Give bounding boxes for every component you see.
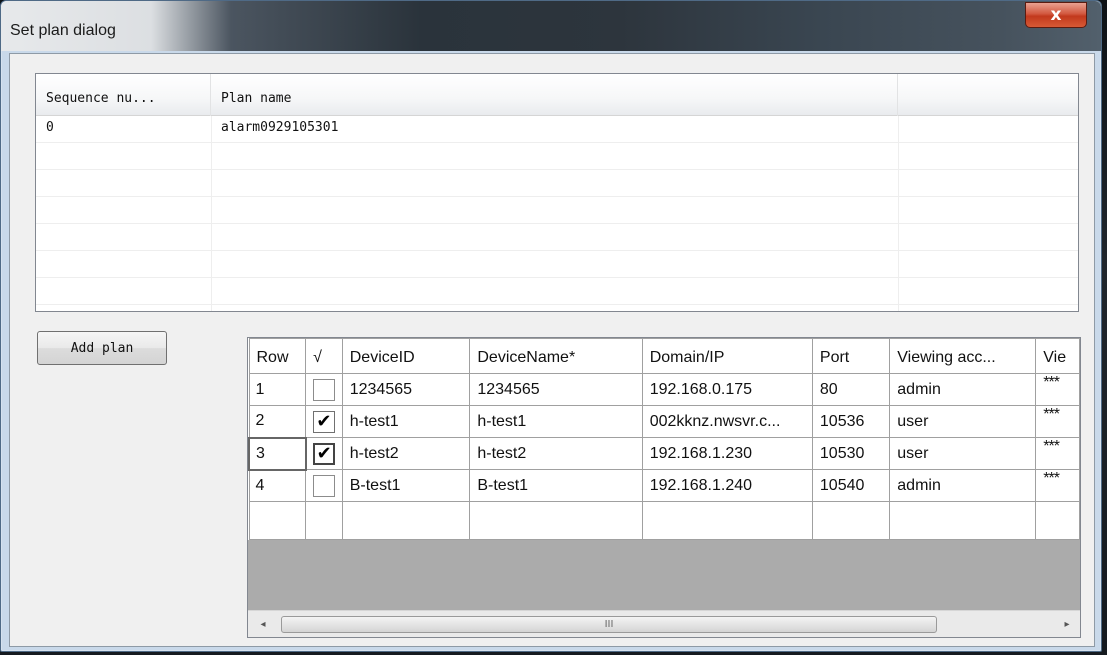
plan-name: alarm0929105301	[221, 120, 339, 135]
plan-row-empty	[36, 197, 1078, 224]
device-name-cell[interactable]: h-test1	[469, 405, 643, 438]
scroll-right-arrow-icon[interactable]: ▸	[1058, 615, 1076, 633]
new-row-cell[interactable]	[248, 501, 307, 540]
column-header-device-name[interactable]: DeviceName*	[469, 338, 643, 374]
column-header-viewing-password[interactable]: Vie	[1035, 338, 1080, 374]
device-row[interactable]: 1 1234565 1234565 192.168.0.175 80 admin…	[248, 373, 1080, 406]
scrollbar-thumb[interactable]: III	[281, 616, 937, 633]
scroll-left-arrow-icon[interactable]: ◂	[254, 615, 272, 633]
row-number: 4	[248, 469, 307, 502]
title-bar[interactable]: Set plan dialog	[1, 1, 1101, 51]
device-id-cell[interactable]: B-test1	[341, 469, 471, 502]
close-button[interactable]: x	[1025, 2, 1087, 28]
row-number: 2	[248, 405, 307, 438]
port-cell[interactable]: 10530	[811, 437, 891, 470]
plan-row-empty	[36, 170, 1078, 197]
port-cell[interactable]: 10540	[811, 469, 891, 502]
port-cell[interactable]: 10536	[811, 405, 891, 438]
domain-ip-cell[interactable]: 192.168.1.230	[641, 437, 813, 470]
column-header-sequence[interactable]: Sequence nu...	[36, 74, 211, 116]
new-row-cell[interactable]	[641, 501, 813, 540]
device-name-cell[interactable]: 1234565	[469, 373, 643, 406]
row-number: 3	[248, 436, 307, 471]
column-header-device-id[interactable]: DeviceID	[341, 338, 471, 374]
plan-list-header: Sequence nu... Plan name	[36, 74, 1078, 116]
viewing-password-cell[interactable]: ***	[1035, 405, 1080, 438]
dialog-body: Sequence nu... Plan name 0 alarm09291053…	[9, 53, 1095, 647]
viewing-password-cell[interactable]: ***	[1035, 373, 1080, 406]
viewing-account-cell[interactable]: user	[889, 405, 1037, 438]
viewing-password-cell[interactable]: ***	[1035, 469, 1080, 502]
domain-ip-cell[interactable]: 192.168.1.240	[641, 469, 813, 502]
plan-row-empty	[36, 251, 1078, 278]
new-row-cell[interactable]	[341, 501, 471, 540]
domain-ip-cell[interactable]: 192.168.0.175	[641, 373, 813, 406]
new-row-cell[interactable]	[305, 501, 343, 540]
window-title: Set plan dialog	[10, 22, 116, 39]
new-row-cell[interactable]	[469, 501, 643, 540]
row-checkbox-cell[interactable]: ✔	[305, 437, 343, 470]
viewing-password-cell[interactable]: ***	[1035, 437, 1080, 470]
row-checkbox-checked[interactable]: ✔	[313, 442, 336, 465]
new-row-cell[interactable]	[811, 501, 891, 540]
set-plan-dialog: Set plan dialog x Sequence nu... Plan na…	[0, 0, 1102, 652]
device-id-cell[interactable]: h-test1	[341, 405, 471, 438]
device-row[interactable]: 4 B-test1 B-test1 192.168.1.240 10540 ad…	[248, 469, 1080, 502]
plan-sequence: 0	[46, 120, 54, 135]
device-grid[interactable]: Row √ DeviceID DeviceName* Domain/IP Por…	[247, 337, 1081, 638]
new-row-cell[interactable]	[889, 501, 1037, 540]
new-row-cell[interactable]	[1035, 501, 1080, 540]
device-row[interactable]: 3 ✔ h-test2 h-test2 192.168.1.230 10530 …	[248, 436, 1080, 471]
scrollbar-grip-icon: III	[604, 619, 614, 630]
close-icon: x	[1050, 5, 1062, 25]
column-header-viewing-account[interactable]: Viewing acc...	[889, 338, 1037, 374]
device-table: Row √ DeviceID DeviceName* Domain/IP Por…	[248, 338, 1080, 540]
device-row[interactable]: 2 ✔ h-test1 h-test1 002kknz.nwsvr.c... 1…	[248, 405, 1080, 438]
device-name-cell[interactable]: h-test2	[469, 437, 643, 470]
row-checkbox-cell[interactable]	[305, 373, 343, 406]
domain-ip-cell[interactable]: 002kknz.nwsvr.c...	[641, 405, 813, 438]
plan-list[interactable]: Sequence nu... Plan name 0 alarm09291053…	[35, 73, 1079, 312]
row-checkbox-cell[interactable]: ✔	[305, 405, 343, 438]
device-id-cell[interactable]: 1234565	[341, 373, 471, 406]
grid-header-row: Row √ DeviceID DeviceName* Domain/IP Por…	[248, 338, 1080, 374]
column-header-plan-name[interactable]: Plan name	[211, 74, 898, 116]
column-header-domain-ip[interactable]: Domain/IP	[641, 338, 813, 374]
row-checkbox[interactable]	[312, 378, 335, 401]
plan-row-empty	[36, 278, 1078, 305]
new-device-row[interactable]	[248, 501, 1080, 540]
row-checkbox-checked[interactable]: ✔	[312, 410, 335, 433]
viewing-account-cell[interactable]: user	[889, 437, 1037, 470]
column-header-port[interactable]: Port	[811, 338, 891, 374]
column-header-empty	[898, 74, 1078, 116]
viewing-account-cell[interactable]: admin	[889, 469, 1037, 502]
port-cell[interactable]: 80	[811, 373, 891, 406]
row-number: 1	[248, 373, 307, 406]
row-checkbox[interactable]	[312, 474, 335, 497]
viewing-account-cell[interactable]: admin	[889, 373, 1037, 406]
column-header-check[interactable]: √	[305, 338, 343, 374]
checkmark-icon: ✔	[316, 411, 332, 432]
plan-row[interactable]: 0 alarm0929105301	[36, 116, 1078, 143]
device-id-cell[interactable]: h-test2	[341, 437, 471, 470]
checkmark-icon: ✔	[316, 443, 332, 464]
plan-row-empty	[36, 224, 1078, 251]
device-name-cell[interactable]: B-test1	[469, 469, 643, 502]
column-header-row[interactable]: Row	[248, 338, 307, 374]
row-checkbox-cell[interactable]	[305, 469, 343, 502]
plan-row-empty	[36, 143, 1078, 170]
add-plan-button[interactable]: Add plan	[37, 331, 167, 365]
horizontal-scrollbar[interactable]: ◂ III ▸	[248, 610, 1080, 637]
